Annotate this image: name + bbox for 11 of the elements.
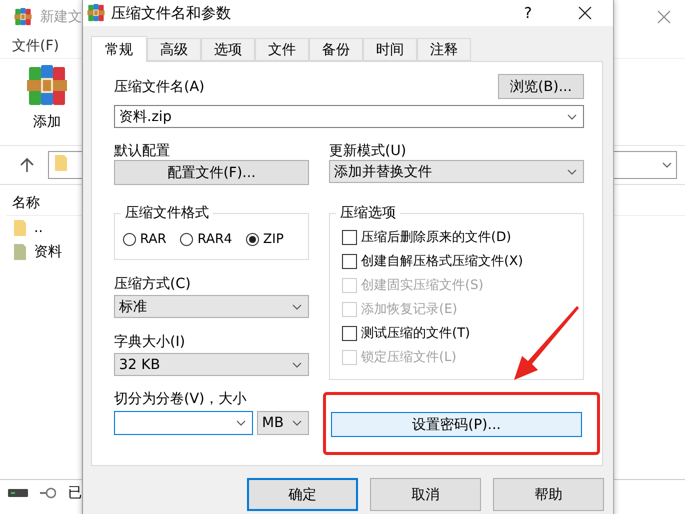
field-label: 字典大小(I) (114, 333, 186, 351)
window-title: 新建文 (40, 8, 82, 26)
field-label: 切分为分卷(V)，大小 (114, 390, 248, 408)
dialog-title: 压缩文件名和参数 (111, 4, 232, 22)
status-text: 已 (68, 484, 82, 502)
field-label: 压缩方式(C) (114, 275, 192, 293)
field-label: 更新模式(U) (329, 142, 408, 160)
group-title: 压缩选项 (336, 204, 400, 222)
group-title: 压缩文件格式 (121, 204, 213, 222)
field-label: 压缩文件名(A) (114, 78, 205, 96)
field-label: 默认配置 (114, 142, 171, 160)
